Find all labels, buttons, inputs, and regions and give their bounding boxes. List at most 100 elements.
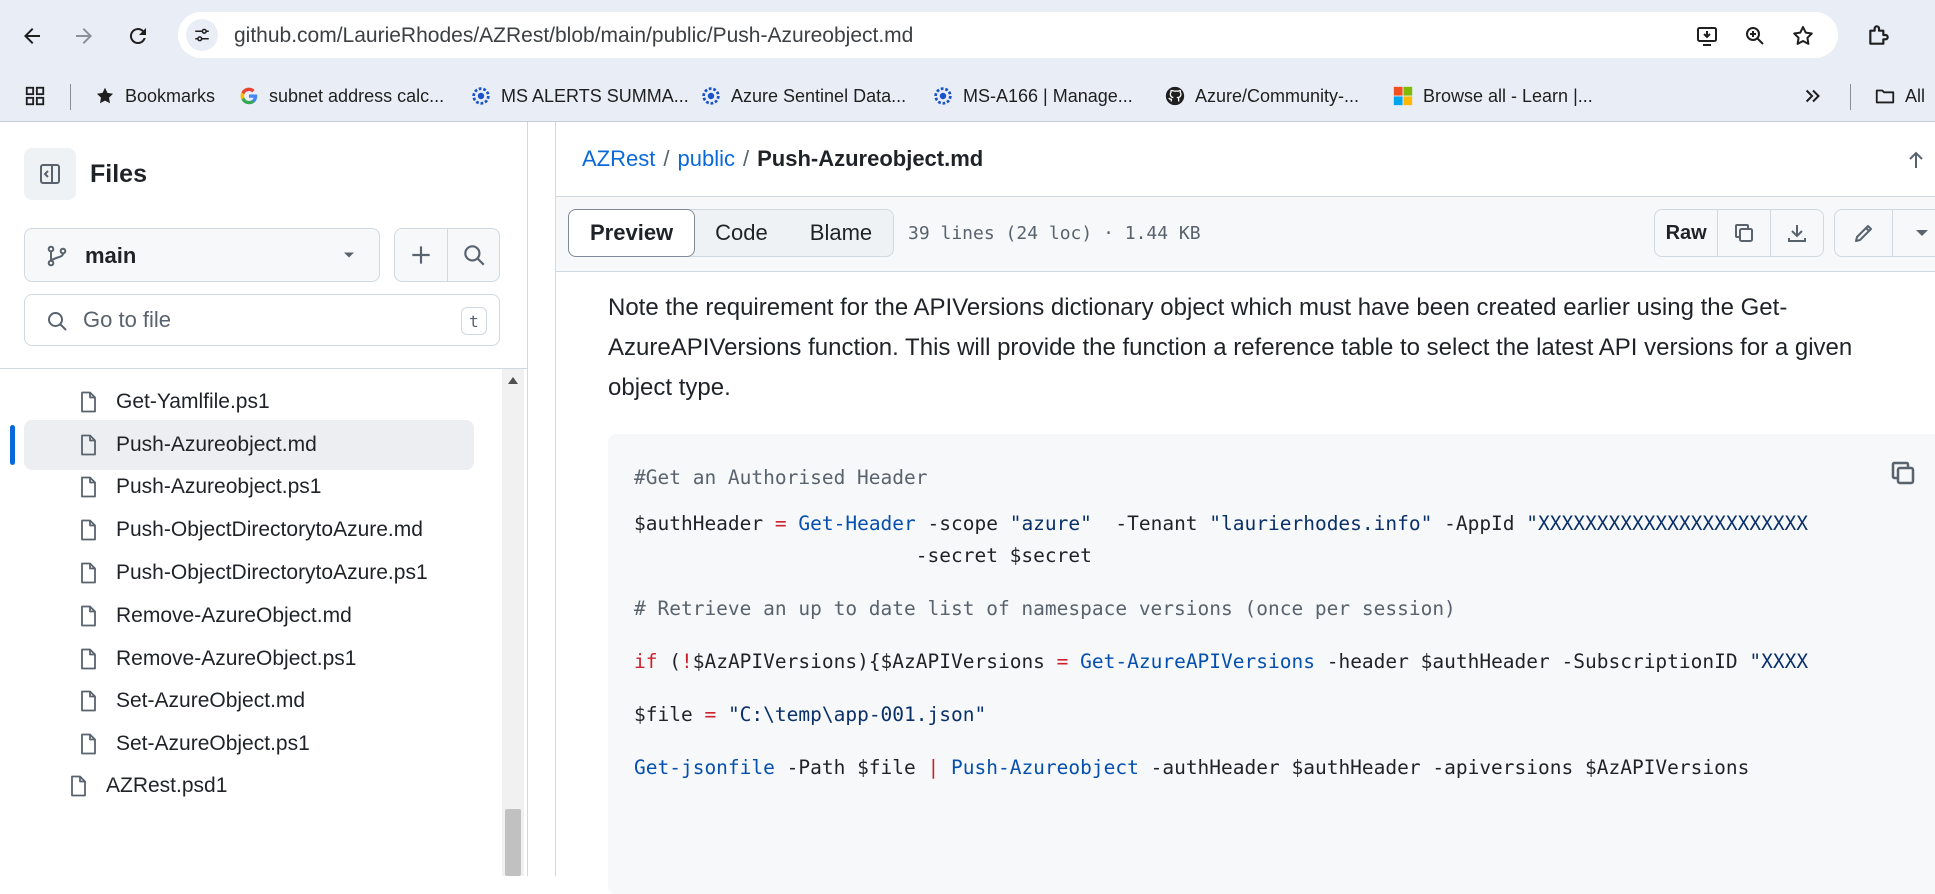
- code-token: $file: [634, 703, 693, 726]
- all-bookmarks-button[interactable]: All: [1874, 80, 1925, 112]
- arrow-up-icon[interactable]: [1904, 148, 1928, 172]
- arrow-right-icon: [76, 28, 92, 44]
- tune-icon: [195, 28, 209, 42]
- breadcrumb-repo-link[interactable]: AZRest: [582, 146, 655, 172]
- breadcrumb-separator: /: [742, 146, 750, 171]
- raw-button[interactable]: Raw: [1655, 210, 1719, 256]
- plus-icon[interactable]: [408, 242, 434, 268]
- collapse-sidebar-button[interactable]: [24, 148, 76, 200]
- address-bar[interactable]: github.com/LaurieRhodes/AZRest/blob/main…: [178, 12, 1838, 58]
- copy-icon[interactable]: [1888, 458, 1918, 488]
- code-token: $AzAPIVersions){$AzAPIVersions: [692, 650, 1045, 673]
- code-token: "laurierhodes.info": [1209, 512, 1433, 535]
- file-icon: [81, 434, 96, 456]
- breadcrumb-folder-link[interactable]: public: [677, 146, 734, 172]
- code-token: =: [692, 703, 728, 726]
- bookmark-bookmarks-folder[interactable]: Bookmarks: [94, 80, 215, 112]
- file-icon: [81, 690, 96, 712]
- back-button[interactable]: [12, 16, 52, 56]
- file-name: Set-AzureObject.ps1: [116, 732, 310, 755]
- search-icon[interactable]: [461, 242, 487, 268]
- markdown-paragraph: Note the requirement for the APIVersions…: [608, 294, 1853, 401]
- breadcrumb-current-file: Push-Azureobject.md: [757, 146, 984, 171]
- file-meta: 39 lines (24 loc) · 1.44 KB: [908, 223, 1201, 244]
- edit-button[interactable]: [1835, 210, 1893, 256]
- bookmark-ms-a166[interactable]: MS-A166 | Manage...: [932, 80, 1133, 112]
- reload-button[interactable]: [118, 16, 158, 56]
- tab-blame[interactable]: Blame: [789, 210, 893, 256]
- bookmarks-overflow-button[interactable]: [1802, 80, 1824, 112]
- bookmark-learn[interactable]: Browse all - Learn |...: [1392, 80, 1593, 112]
- apps-button[interactable]: [24, 80, 46, 112]
- view-mode-tabs: Preview Code Blame: [568, 209, 895, 257]
- tab-preview[interactable]: Preview: [568, 209, 696, 257]
- bookmark-label: Browse all - Learn |...: [1423, 85, 1593, 106]
- code-token: Get-AzureAPIVersions: [1080, 650, 1315, 673]
- bookmark-subnet[interactable]: subnet address calc...: [238, 80, 444, 112]
- file-name: Push-Azureobject.md: [116, 433, 317, 456]
- microsoft-icon: [1392, 85, 1414, 107]
- zoom-button[interactable]: [1742, 23, 1768, 49]
- site-info-button[interactable]: [186, 19, 218, 51]
- file-icon: [81, 519, 96, 541]
- star-outline-icon: [1793, 26, 1813, 45]
- github-page: Files main t Get-Yamlfile.ps1 Pu: [0, 122, 1935, 894]
- code-token: $authHeader: [634, 512, 764, 535]
- google-icon: [238, 85, 260, 107]
- go-to-file-input[interactable]: [83, 305, 423, 335]
- bookmark-azure-community[interactable]: Azure/Community-...: [1164, 80, 1359, 112]
- file-tree-item[interactable]: AZRest.psd1: [14, 761, 464, 811]
- bookmark-star-button[interactable]: [1790, 23, 1816, 49]
- chevron-double-right-icon: [1802, 85, 1824, 107]
- extensions-button[interactable]: [1862, 18, 1896, 52]
- search-icon: [48, 312, 67, 331]
- tab-code[interactable]: Code: [694, 210, 789, 256]
- bookmarks-bar: Bookmarks subnet address calc... MS ALER…: [0, 70, 1935, 122]
- code-block: #Get an Authorised Header $authHeader = …: [608, 434, 1935, 894]
- folder-icon: [1874, 85, 1896, 107]
- code-token: "azure": [1009, 512, 1092, 535]
- code-token: -authHeader $authHeader -apiversions $Az…: [1138, 756, 1750, 779]
- forward-button[interactable]: [64, 16, 104, 56]
- code-line: $file = "C:\temp\app-001.json": [634, 703, 986, 726]
- scrollbar[interactable]: [502, 369, 524, 876]
- code-token: Get-jsonfile: [634, 756, 775, 779]
- file-actions: Raw: [1654, 209, 1824, 257]
- bookmarks-separator: [1850, 84, 1851, 110]
- download-button[interactable]: [1771, 210, 1823, 256]
- gear-icon: [932, 85, 954, 107]
- go-to-file-field[interactable]: t: [24, 294, 500, 346]
- code-comment: #Get an Authorised Header: [634, 466, 928, 489]
- sidebar-collapse-icon: [40, 164, 60, 184]
- scrollbar-thumb[interactable]: [505, 809, 521, 876]
- file-name: Get-Yamlfile.ps1: [116, 390, 270, 413]
- edit-dropdown-button[interactable]: [1893, 210, 1935, 256]
- reload-icon: [129, 28, 146, 45]
- breadcrumb-separator: /: [663, 146, 670, 171]
- code-token: if: [634, 650, 658, 673]
- file-icon: [81, 476, 96, 498]
- scroll-up-arrow-icon[interactable]: [508, 377, 518, 384]
- download-icon: [1787, 225, 1806, 242]
- code-token: -header $authHeader -SubscriptionID: [1314, 650, 1750, 673]
- github-icon: [1164, 85, 1186, 107]
- install-app-button[interactable]: [1694, 23, 1720, 49]
- bookmark-label: Bookmarks: [125, 85, 216, 106]
- install-icon: [1697, 27, 1717, 46]
- bookmark-azure-sentinel[interactable]: Azure Sentinel Data...: [700, 80, 906, 112]
- file-header-bar: Preview Code Blame 39 lines (24 loc) · 1…: [556, 196, 1935, 272]
- caret-down-icon: [344, 252, 354, 258]
- code-line: $authHeader = Get-Header -scope "azure" …: [634, 512, 1808, 535]
- browser-toolbar: github.com/LaurieRhodes/AZRest/blob/main…: [0, 0, 1935, 70]
- branch-name: main: [85, 243, 137, 268]
- file-icon: [81, 605, 96, 627]
- url-text[interactable]: github.com/LaurieRhodes/AZRest/blob/main…: [234, 24, 913, 48]
- edit-actions: [1834, 209, 1935, 257]
- file-icon: [81, 648, 96, 670]
- file-tree-sidebar: Files main t Get-Yamlfile.ps1 Pu: [0, 122, 528, 876]
- git-branch-icon: [47, 245, 67, 267]
- bookmark-ms-alerts[interactable]: MS ALERTS SUMMA...: [470, 80, 689, 112]
- file-icon: [71, 775, 86, 797]
- copy-raw-button[interactable]: [1718, 210, 1771, 256]
- branch-selector[interactable]: main: [24, 228, 380, 282]
